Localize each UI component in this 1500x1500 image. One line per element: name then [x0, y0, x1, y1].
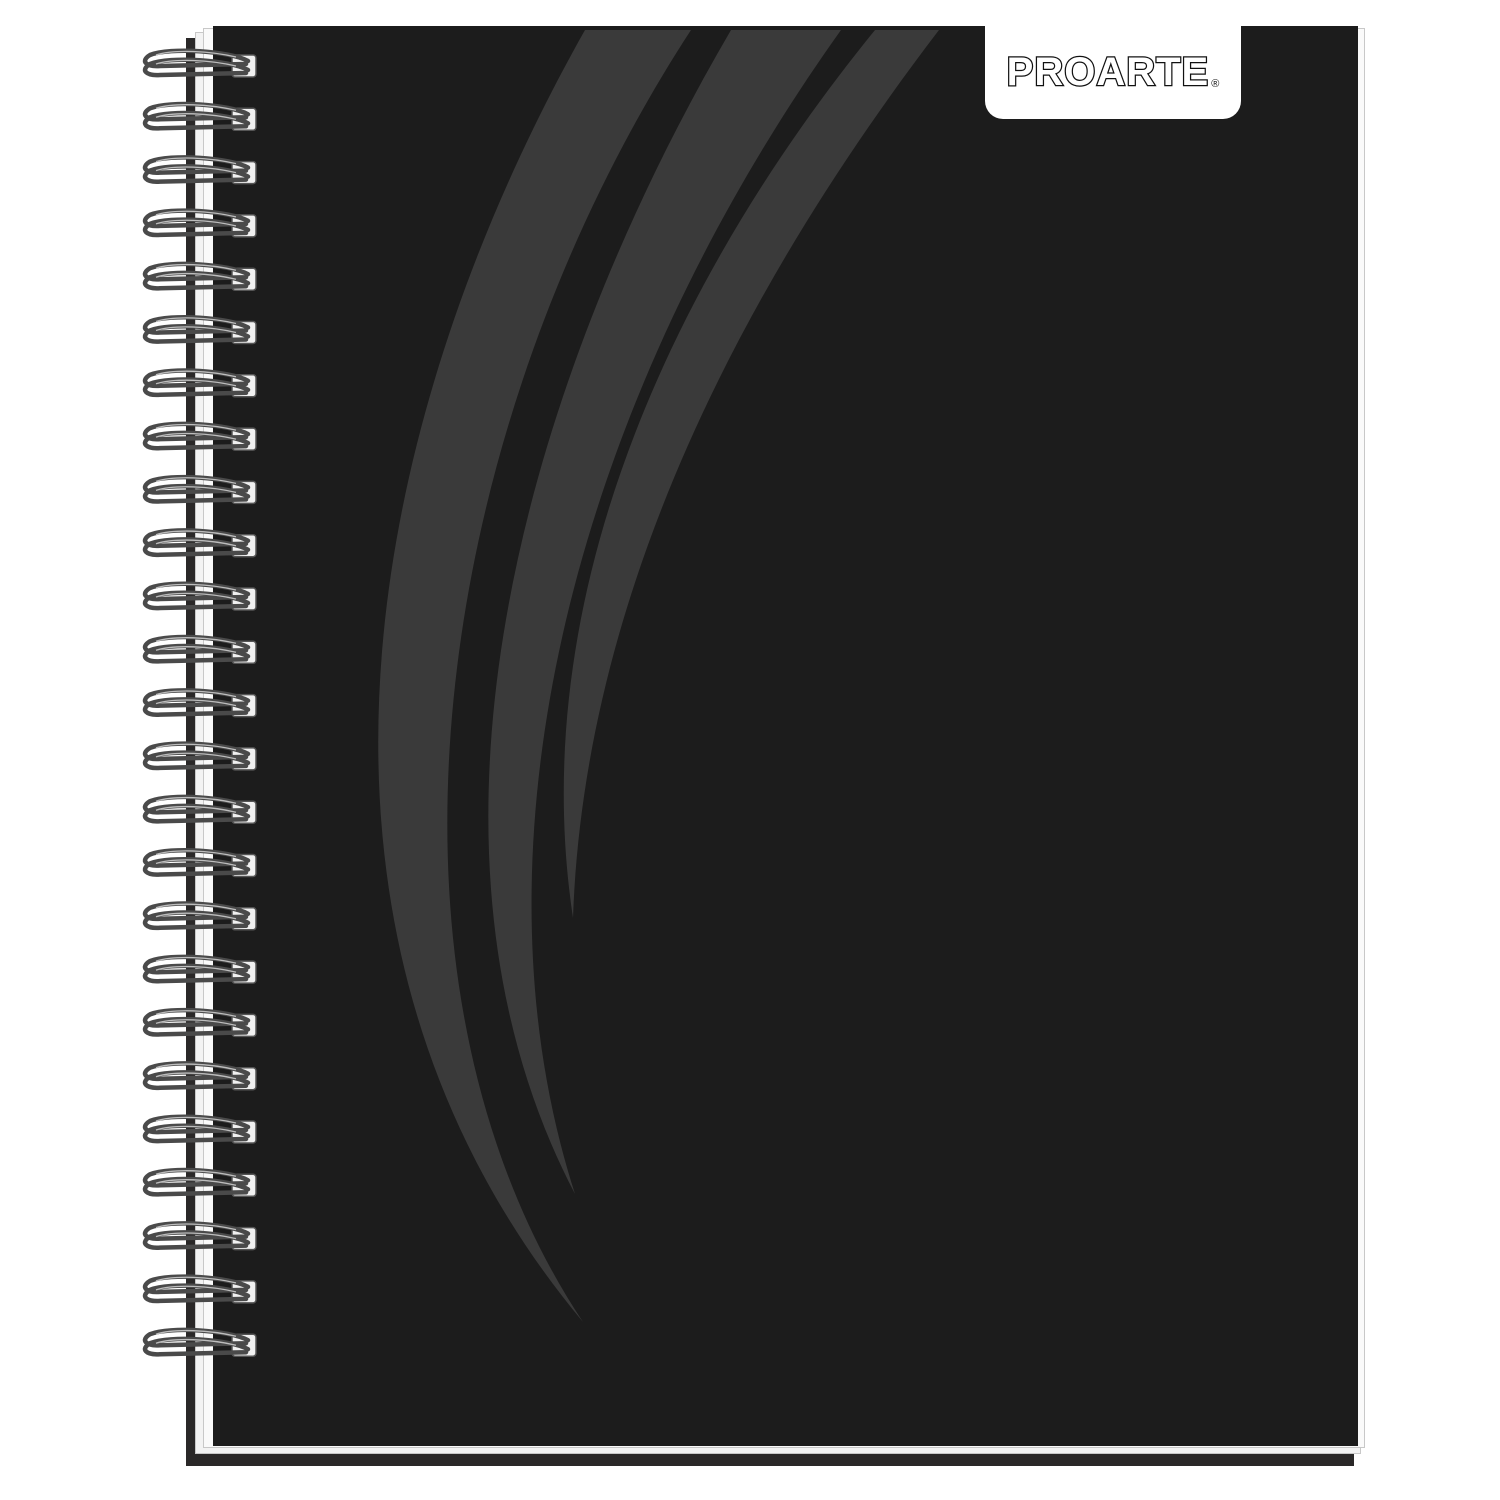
- spiral-coil: [142, 1114, 257, 1144]
- spiral-coil: [142, 528, 257, 558]
- spiral-coil: [142, 1007, 257, 1038]
- spiral-coil: [142, 1327, 257, 1357]
- spiral-coil: [142, 261, 257, 291]
- spiral-coil: [142, 954, 257, 984]
- spiral-coil: [142, 1221, 257, 1251]
- spiral-coil: [142, 688, 257, 718]
- spiral-coil: [142, 581, 257, 611]
- brand-logo: PROARTE: [1005, 49, 1210, 96]
- spiral-coil: [142, 901, 257, 931]
- cover-swoosh-graphic: [378, 30, 939, 1322]
- spiral-coil: [142, 1167, 257, 1198]
- spiral-coil: [142, 794, 257, 824]
- spiral-coil: [142, 1274, 257, 1304]
- spiral-coil: [142, 208, 257, 238]
- spiral-coil: [142, 1061, 257, 1091]
- spiral-coil: [142, 368, 257, 398]
- spiral-coil: [142, 101, 257, 132]
- spiral-coil: [142, 847, 257, 878]
- spiral-coil: [142, 634, 257, 665]
- spiral-coil: [142, 48, 257, 78]
- spiral-coil: [142, 741, 257, 771]
- brand-logo-tab: PROARTE ®: [985, 26, 1241, 119]
- spiral-binding: [142, 48, 257, 1357]
- spiral-coil: [142, 474, 257, 505]
- spiral-coil: [142, 421, 257, 451]
- notebook-product-image: PROARTE ®: [0, 0, 1500, 1500]
- spiral-coil: [142, 314, 257, 345]
- spiral-coil: [142, 155, 257, 185]
- front-cover: PROARTE ®: [213, 26, 1358, 1446]
- registered-mark: ®: [1211, 77, 1220, 90]
